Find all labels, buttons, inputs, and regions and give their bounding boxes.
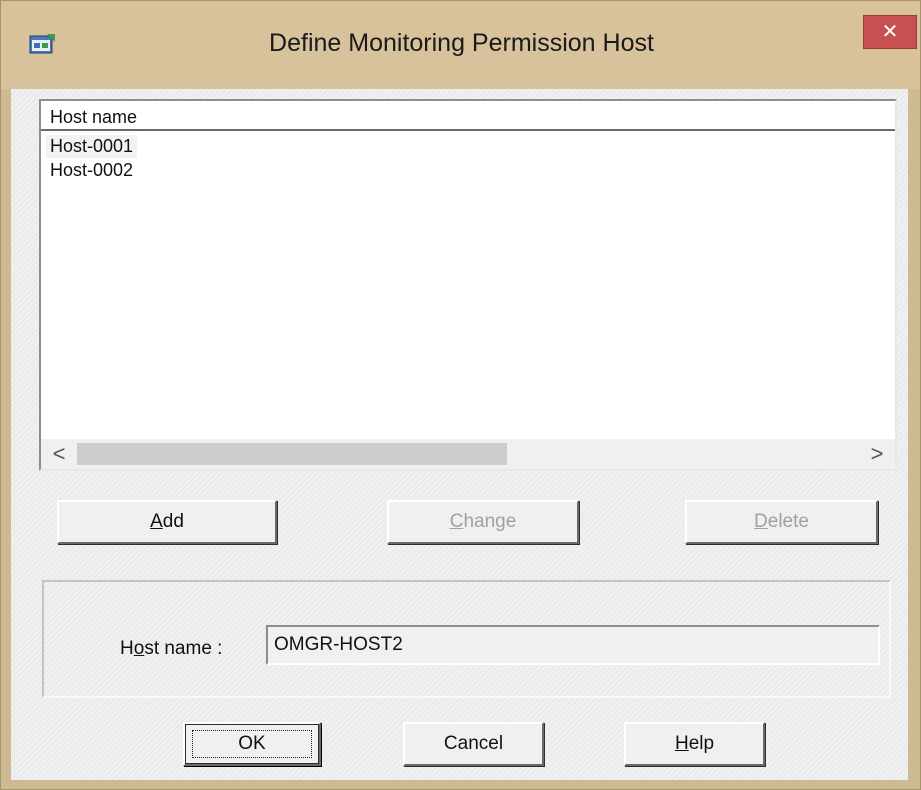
host-label-post: st name :	[144, 638, 223, 659]
dialog-window: Define Monitoring Permission Host ✕ Host…	[0, 0, 921, 790]
focus-rectangle	[192, 730, 312, 758]
help-button[interactable]: Help	[624, 722, 765, 766]
host-label-mnemonic: o	[133, 638, 145, 659]
add-button[interactable]: Add	[57, 500, 277, 544]
change-label: hange	[463, 511, 517, 532]
list-item[interactable]: Host-0001	[46, 135, 138, 158]
list-header: Host name	[41, 101, 895, 131]
dialog-title: Define Monitoring Permission Host	[269, 29, 654, 57]
close-icon: ✕	[881, 21, 899, 43]
host-name-label: Host name :	[120, 638, 222, 660]
title-bar[interactable]: Define Monitoring Permission Host ✕	[1, 1, 920, 89]
help-mnemonic: H	[674, 733, 689, 754]
scroll-right-icon[interactable]: >	[863, 439, 891, 469]
delete-label: elete	[767, 511, 809, 532]
scroll-left-icon[interactable]: <	[45, 439, 73, 469]
host-label-pre: H	[120, 638, 134, 659]
close-button[interactable]: ✕	[863, 15, 917, 49]
help-label: elp	[688, 733, 715, 754]
cancel-label: Cancel	[443, 733, 504, 754]
scrollbar-thumb[interactable]	[77, 443, 507, 465]
cancel-button[interactable]: Cancel	[403, 722, 544, 766]
add-mnemonic: A	[150, 511, 163, 532]
add-label: dd	[162, 511, 184, 532]
host-list[interactable]: Host name Host-0001 Host-0002 < >	[39, 99, 897, 471]
horizontal-scrollbar[interactable]: < >	[41, 439, 895, 469]
delete-mnemonic: D	[754, 511, 768, 532]
dialog-client-area: Host name Host-0001 Host-0002 < > Add Ch…	[11, 89, 908, 780]
change-mnemonic: C	[449, 511, 464, 532]
column-header-host-name[interactable]: Host name	[50, 107, 137, 128]
host-name-input[interactable]	[266, 625, 880, 665]
ok-button[interactable]: OK	[183, 722, 321, 766]
list-item[interactable]: Host-0002	[46, 159, 137, 182]
host-name-group: Host name :	[42, 580, 891, 698]
delete-button[interactable]: Delete	[685, 500, 878, 544]
change-button[interactable]: Change	[387, 500, 579, 544]
